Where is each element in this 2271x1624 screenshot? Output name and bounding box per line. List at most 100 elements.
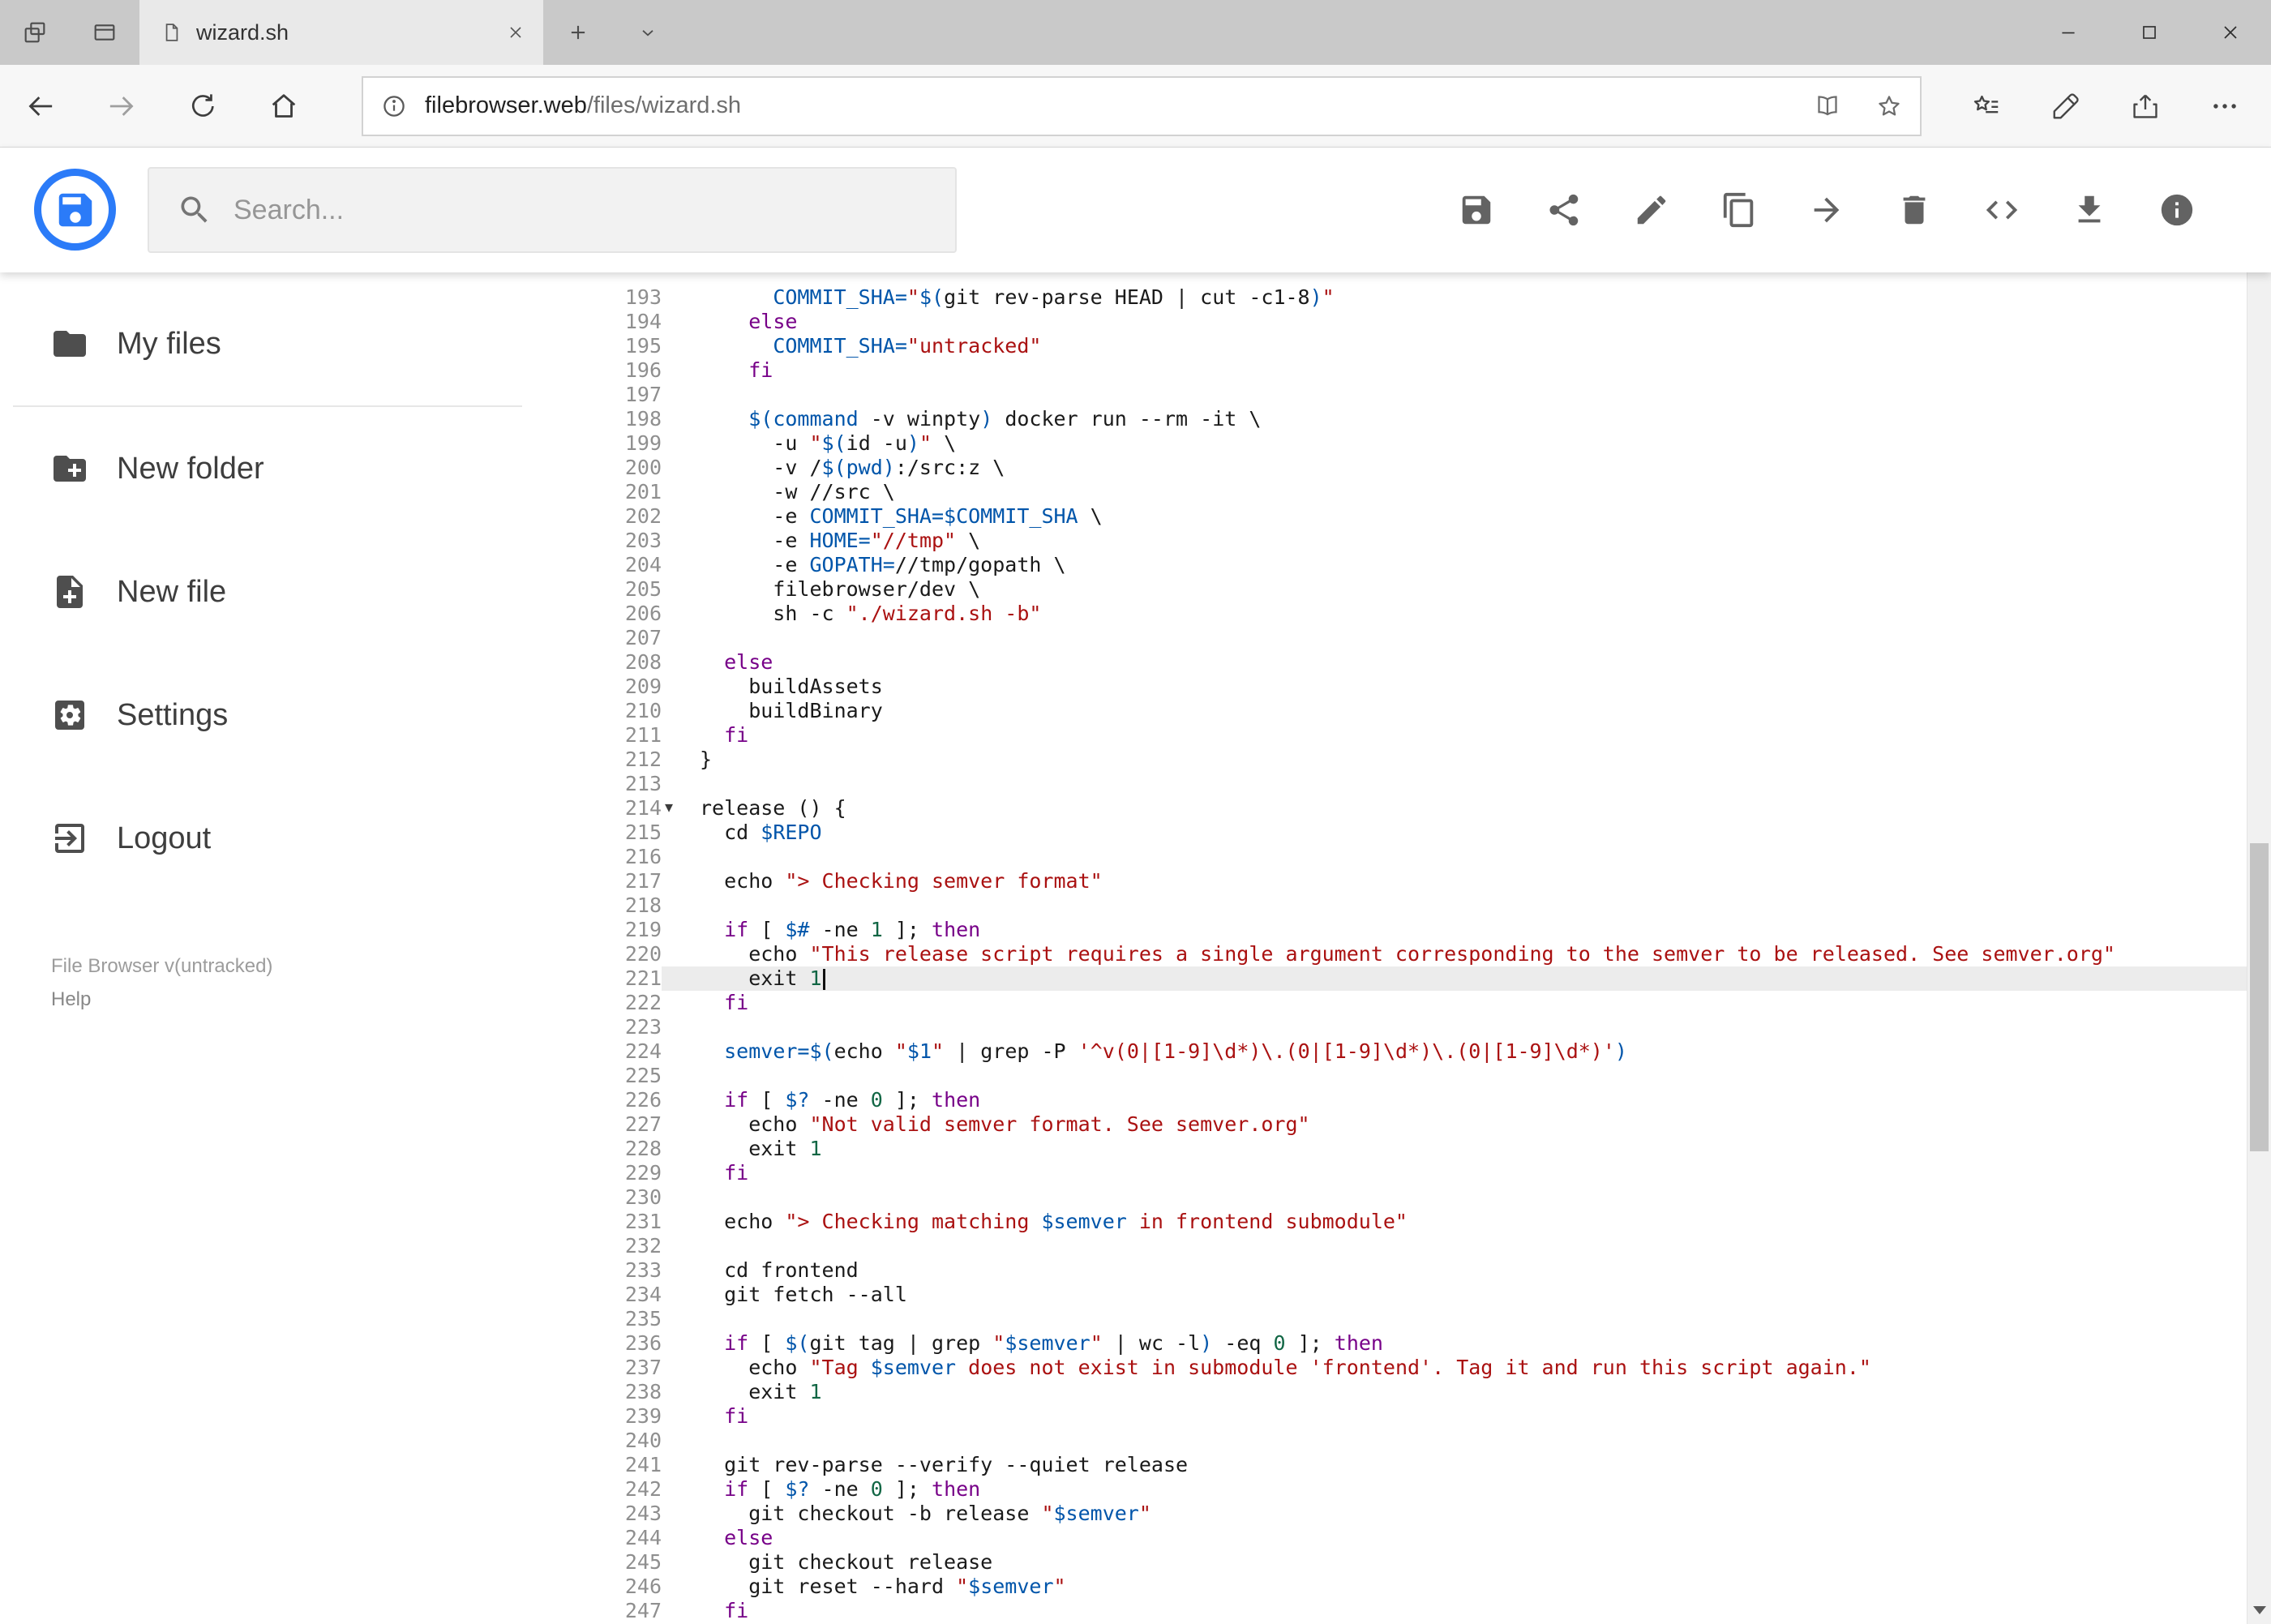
code-line[interactable]: 246 git reset --hard "$semver" [600, 1575, 2247, 1599]
url-text[interactable]: filebrowser.web/files/wizard.sh [425, 92, 741, 119]
close-window-button[interactable] [2190, 0, 2271, 65]
file-info-button[interactable] [2133, 148, 2221, 272]
code-line[interactable]: 216 [600, 845, 2247, 869]
share-file-button[interactable] [1520, 148, 1608, 272]
code-line[interactable]: 214 ▾ release () { [600, 796, 2247, 821]
set-tabs-aside-button[interactable] [0, 0, 70, 65]
code-line[interactable]: 228 exit 1 [600, 1137, 2247, 1161]
code-line[interactable]: 231 echo "> Checking matching $semver in… [600, 1210, 2247, 1234]
code-line[interactable]: 209 buildAssets [600, 675, 2247, 699]
code-view-button[interactable] [1958, 148, 2046, 272]
hub-button[interactable] [1947, 65, 2026, 147]
add-favorite-button[interactable] [1858, 78, 1920, 135]
code-line[interactable]: 196 fi [600, 358, 2247, 383]
code-line[interactable]: 242 if [ $? -ne 0 ]; then [600, 1477, 2247, 1502]
code-line[interactable]: 210 buildBinary [600, 699, 2247, 723]
minimize-button[interactable] [2028, 0, 2109, 65]
code-line[interactable]: 207 [600, 626, 2247, 650]
more-button[interactable] [2185, 65, 2265, 147]
back-button[interactable] [0, 65, 81, 147]
code-line[interactable]: 220 echo "This release script requires a… [600, 942, 2247, 966]
sidebar-item-my-files[interactable]: My files [0, 282, 600, 405]
code-line[interactable]: 217 echo "> Checking semver format" [600, 869, 2247, 893]
code-line[interactable]: 202 -e COMMIT_SHA=$COMMIT_SHA \ [600, 504, 2247, 529]
sidebar-item-new-file[interactable]: New file [0, 530, 600, 653]
code-line[interactable]: 241 git rev-parse --verify --quiet relea… [600, 1453, 2247, 1477]
code-line[interactable]: 206 sh -c "./wizard.sh -b" [600, 602, 2247, 626]
code-line[interactable]: 195 COMMIT_SHA="untracked" [600, 334, 2247, 358]
new-tab-button[interactable] [543, 0, 613, 65]
save-button[interactable] [1433, 148, 1520, 272]
sidebar-item-settings[interactable]: Settings [0, 653, 600, 777]
help-link[interactable]: Help [51, 988, 272, 1011]
code-line[interactable]: 240 [600, 1429, 2247, 1453]
code-line[interactable]: 230 [600, 1185, 2247, 1210]
reading-view-button[interactable] [1797, 78, 1858, 135]
code-line[interactable]: 224 semver=$(echo "$1" | grep -P '^v(0|[… [600, 1039, 2247, 1064]
code-line[interactable]: 233 cd frontend [600, 1258, 2247, 1283]
refresh-button[interactable] [162, 65, 243, 147]
tab-list-button[interactable] [613, 0, 683, 65]
code-line[interactable]: 223 [600, 1015, 2247, 1039]
code-line[interactable]: 226 if [ $? -ne 0 ]; then [600, 1088, 2247, 1112]
code-line[interactable]: 218 [600, 893, 2247, 918]
site-info-button[interactable] [363, 92, 425, 120]
code-line[interactable]: 229 fi [600, 1161, 2247, 1185]
code-line[interactable]: 203 -e HOME="//tmp" \ [600, 529, 2247, 553]
web-note-button[interactable] [2026, 65, 2106, 147]
delete-button[interactable] [1870, 148, 1958, 272]
code-line[interactable]: 225 [600, 1064, 2247, 1088]
code-line[interactable]: 232 [600, 1234, 2247, 1258]
code-line[interactable]: 215 cd $REPO [600, 821, 2247, 845]
download-button[interactable] [2046, 148, 2133, 272]
scrollbar-thumb[interactable] [2250, 843, 2269, 1151]
page-scrollbar[interactable] [2247, 148, 2271, 1624]
fold-marker-icon[interactable]: ▾ [665, 795, 673, 820]
code-line[interactable]: 238 exit 1 [600, 1380, 2247, 1404]
code-line[interactable]: 222 fi [600, 991, 2247, 1015]
code-line[interactable]: 213 [600, 772, 2247, 796]
code-line[interactable]: 199 -u "$(id -u)" \ [600, 431, 2247, 456]
code-line[interactable]: 212} [600, 748, 2247, 772]
code-line[interactable]: 236 if [ $(git tag | grep "$semver" | wc… [600, 1331, 2247, 1356]
filebrowser-logo[interactable] [34, 169, 116, 251]
browser-tab[interactable]: wizard.sh [139, 0, 543, 65]
code-editor[interactable]: 193 COMMIT_SHA="$(git rev-parse HEAD | c… [600, 272, 2247, 1624]
tab-preview-button[interactable] [70, 0, 139, 65]
code-line[interactable]: 194 else [600, 310, 2247, 334]
code-line[interactable]: 235 [600, 1307, 2247, 1331]
address-bar[interactable]: filebrowser.web/files/wizard.sh [362, 75, 1922, 136]
tab-close-button[interactable] [499, 16, 532, 49]
forward-button[interactable] [81, 65, 162, 147]
code-line[interactable]: 219 if [ $# -ne 1 ]; then [600, 918, 2247, 942]
code-line[interactable]: 245 git checkout release [600, 1550, 2247, 1575]
move-button[interactable] [1783, 148, 1870, 272]
code-line[interactable]: 247 fi [600, 1599, 2247, 1623]
code-line[interactable]: 197 [600, 383, 2247, 407]
code-line[interactable]: 239 fi [600, 1404, 2247, 1429]
share-button[interactable] [2106, 65, 2185, 147]
code-line[interactable]: 208 else [600, 650, 2247, 675]
search-input[interactable] [234, 194, 882, 226]
sidebar-item-new-folder[interactable]: New folder [0, 407, 600, 530]
maximize-button[interactable] [2109, 0, 2190, 65]
code-line[interactable]: 193 COMMIT_SHA="$(git rev-parse HEAD | c… [600, 285, 2247, 310]
code-line[interactable]: 211 fi [600, 723, 2247, 748]
code-line[interactable]: 204 -e GOPATH=//tmp/gopath \ [600, 553, 2247, 577]
code-line[interactable]: 237 echo "Tag $semver does not exist in … [600, 1356, 2247, 1380]
code-line[interactable]: 200 -v /$(pwd):/src:z \ [600, 456, 2247, 480]
sidebar-item-logout[interactable]: Logout [0, 777, 600, 900]
scroll-down-button[interactable] [2247, 1596, 2271, 1624]
code-line[interactable]: 221 exit 1 [600, 966, 2247, 991]
code-line[interactable]: 201 -w //src \ [600, 480, 2247, 504]
copy-button[interactable] [1695, 148, 1783, 272]
code-line[interactable]: 227 echo "Not valid semver format. See s… [600, 1112, 2247, 1137]
search-box[interactable] [148, 167, 957, 253]
code-line[interactable]: 243 git checkout -b release "$semver" [600, 1502, 2247, 1526]
code-line[interactable]: 198 $(command -v winpty) docker run --rm… [600, 407, 2247, 431]
code-line[interactable]: 234 git fetch --all [600, 1283, 2247, 1307]
edit-button[interactable] [1608, 148, 1695, 272]
home-button[interactable] [243, 65, 324, 147]
code-line[interactable]: 205 filebrowser/dev \ [600, 577, 2247, 602]
code-line[interactable]: 244 else [600, 1526, 2247, 1550]
